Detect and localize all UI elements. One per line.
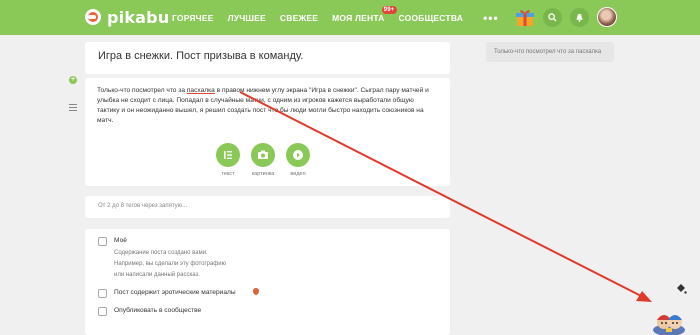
mine-label: Моё [114, 237, 127, 244]
tags-input[interactable]: От 2 до 8 тегов через запятую... [98, 203, 187, 209]
drag-handle-icon[interactable] [69, 104, 77, 111]
more-menu-icon[interactable]: ••• [483, 11, 499, 25]
mine-checkbox[interactable] [98, 237, 107, 246]
post-title-input[interactable]: Игра в снежки. Пост призыва в команду. [98, 50, 303, 62]
search-icon [548, 13, 557, 22]
community-checkbox[interactable] [98, 307, 107, 316]
pikabu-logo[interactable]: pikabu [85, 7, 169, 27]
erotic-checkbox[interactable] [98, 289, 107, 298]
add-image-button[interactable] [251, 143, 275, 167]
user-avatar[interactable] [597, 7, 617, 27]
body-text-start: Только-что посмотрел что за [97, 87, 187, 94]
tags-card: От 2 до 8 тегов через запятую... [85, 196, 450, 218]
add-video-button[interactable] [286, 143, 310, 167]
post-body-text[interactable]: Только-что посмотрел что за пасхалка в п… [97, 86, 437, 126]
text-icon [224, 151, 232, 159]
play-icon [293, 150, 303, 160]
nav-communities[interactable]: СООБЩЕСТВА [399, 13, 464, 23]
body-text-highlight: пасхалка [186, 87, 215, 94]
media-label-text: текст [221, 171, 235, 177]
nav-best[interactable]: ЛУЧШЕЕ [228, 13, 266, 23]
mine-description-1: Содержание поста создано вами. [114, 250, 208, 256]
gift-icon[interactable] [515, 7, 535, 27]
pikabu-logo-icon [85, 9, 101, 25]
notifications-button[interactable] [570, 8, 589, 27]
nav-hot[interactable]: ГОРЯЧЕЕ [172, 13, 214, 23]
post-title-card: Игра в снежки. Пост призыва в команду. [85, 42, 450, 74]
media-label-video: видео [290, 171, 306, 177]
camera-icon [258, 150, 268, 159]
add-text-button[interactable] [216, 143, 240, 167]
mine-description-2: Например, вы сделали эту фотографию [114, 261, 227, 267]
snowball-game-mascot-icon[interactable] [652, 308, 686, 335]
mine-description-3: или написали данный рассказ. [114, 272, 200, 278]
add-block-icon[interactable]: + [69, 76, 77, 84]
main-nav: ГОРЯЧЕЕ ЛУЧШЕЕ СВЕЖЕЕ МОЯ ЛЕНТА 99+ СООБ… [172, 0, 499, 35]
post-options-card [85, 229, 450, 335]
bell-icon [576, 13, 583, 22]
logo-text: pikabu [107, 7, 170, 27]
sidebar-search-input[interactable]: Только-что посмотрел что за пасхалка [486, 42, 614, 62]
nav-my-feed[interactable]: МОЯ ЛЕНТА 99+ [332, 5, 397, 23]
erotic-label: Пост содержит эротические материалы [114, 289, 236, 296]
community-label: Опубликовать в сообществе [114, 307, 202, 314]
paint-bucket-icon[interactable] [675, 283, 687, 295]
nav-my-feed-label: МОЯ ЛЕНТА [332, 12, 385, 23]
notification-badge: 99+ [381, 5, 397, 14]
media-label-image: картинка [251, 171, 275, 177]
top-header: pikabu ГОРЯЧЕЕ ЛУЧШЕЕ СВЕЖЕЕ МОЯ ЛЕНТА 9… [0, 0, 700, 35]
nav-fresh[interactable]: СВЕЖЕЕ [280, 13, 318, 23]
post-body-card: Только-что посмотрел что за пасхалка в п… [85, 78, 450, 186]
search-button[interactable] [543, 8, 562, 27]
